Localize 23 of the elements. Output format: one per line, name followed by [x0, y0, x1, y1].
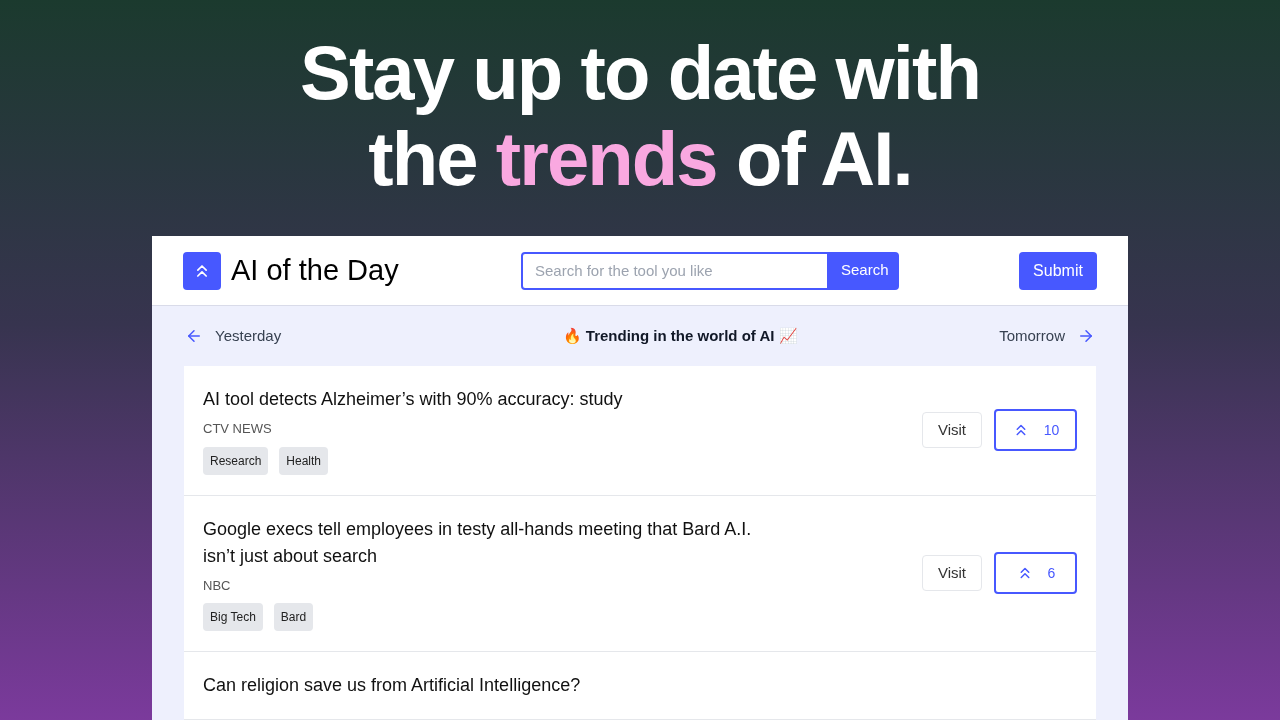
search-button[interactable]: Search — [829, 251, 899, 290]
tomorrow-link[interactable]: Tomorrow — [999, 324, 1095, 348]
upvote-button[interactable]: 10 — [994, 409, 1077, 452]
tag[interactable]: Big Tech — [203, 603, 263, 631]
article-title[interactable]: Google execs tell employees in testy all-hands meeting that Bard A.I. isn’t just about search — [203, 515, 772, 570]
article-source: NBC — [203, 576, 232, 595]
visit-button[interactable]: Visit — [921, 412, 982, 449]
article-title[interactable]: AI tool detects Alzheimer’s with 90% accuracy: study — [203, 386, 772, 413]
headline-line: Stay up to date with — [300, 30, 980, 116]
article-title[interactable]: Can religion save us from Artificial Intelligence? — [203, 672, 927, 699]
upvote-button[interactable]: 6 — [994, 552, 1077, 595]
search-field[interactable]: Search for the tool you like — [521, 251, 829, 290]
tag[interactable]: Research — [203, 446, 269, 475]
visit-button[interactable]: Visit — [921, 555, 982, 592]
logo-text: AI of the Day — [231, 252, 399, 288]
article-source: CTV NEWS — [203, 420, 273, 438]
arrow-right-icon — [1077, 327, 1095, 345]
headline-line: the trends of AI. — [368, 116, 912, 202]
section-title: 🔥 Trending in the world of AI 📈 — [562, 325, 798, 346]
tag[interactable]: Bard — [273, 603, 314, 631]
tag[interactable]: Health — [279, 446, 329, 475]
yesterday-link[interactable]: Yesterday — [185, 324, 282, 348]
submit-button[interactable]: Submit — [1019, 251, 1097, 290]
